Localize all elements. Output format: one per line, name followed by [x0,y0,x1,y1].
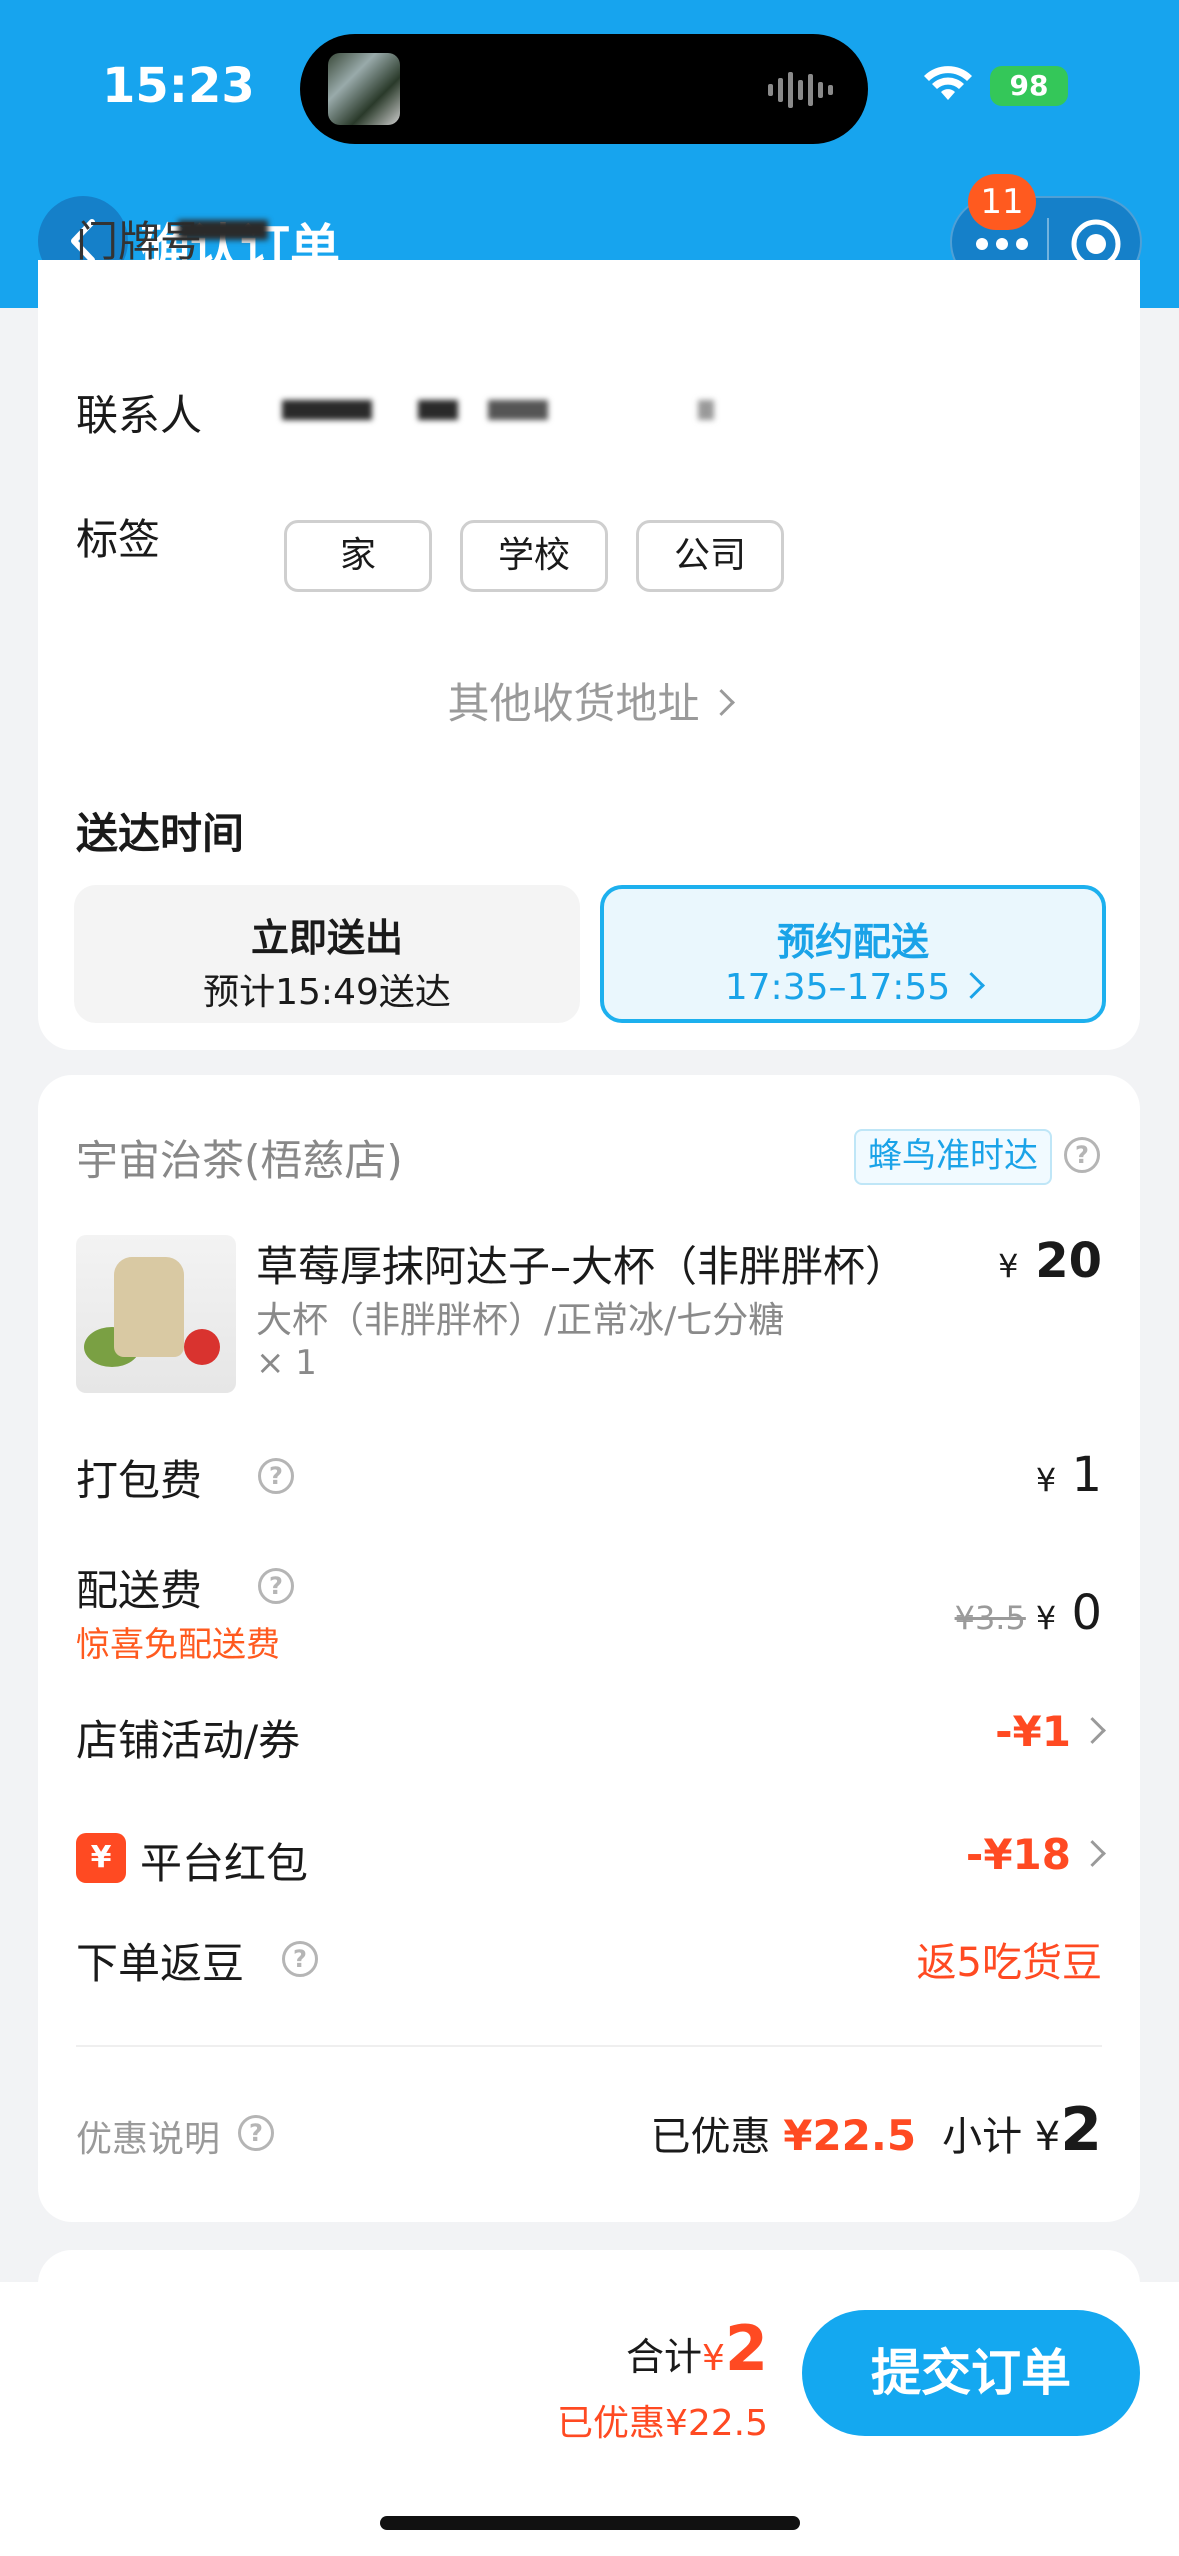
deliver-now-eta: 预计15:49送达 [203,972,451,1013]
cup-shape [114,1257,184,1357]
delivery-fee-value: ¥3.5 ¥ 0 [955,1585,1102,1641]
tag-label: 标签 [76,515,161,564]
yen-sign: ¥ [1034,2114,1061,2160]
contact-label: 联系人 [76,391,203,440]
delivery-fee-number: 0 [1071,1585,1102,1641]
battery-level: 98 [1009,69,1049,102]
packing-fee-label: 打包费 [76,1456,203,1505]
redacted-contact-name [282,400,372,420]
strawberry-shape [184,1329,220,1365]
reserve-time-text: 17:35–17:55 [724,967,951,1008]
redacted-contact-extra [698,400,714,420]
battery-indicator: 98 [990,66,1068,106]
order-card: 宇宙治茶(梧慈店) 蜂鸟准时达 ? 草莓厚抹阿达子–大杯（非胖胖杯） 大杯（非胖… [38,1075,1140,2222]
product-name: 草莓厚抹阿达子–大杯（非胖胖杯） [256,1242,908,1291]
redacted-contact-part [418,400,458,420]
platform-redpacket-label: 平台红包 [140,1839,309,1888]
free-delivery-note: 惊喜免配送费 [76,1625,280,1665]
address-card: 门牌号 标签 联系人 家 学校 公司 其他收货地址 送达时间 立即送出 预计15… [38,217,1140,1050]
divider [76,2045,1102,2047]
redacted-contact-phone [488,400,548,420]
chevron-right-icon [1079,1717,1106,1744]
reserve-time: 17:35–17:55 [604,967,1102,1008]
deliver-now-option[interactable]: 立即送出 预计15:49送达 [74,885,580,1023]
other-address-link[interactable]: 其他收货地址 [38,670,1140,731]
promo-explain-label[interactable]: 优惠说明 [76,2110,220,2162]
tag-home[interactable]: 家 [284,520,432,592]
reserve-delivery-option[interactable]: 预约配送 17:35–17:55 [600,885,1106,1023]
discounted-label: 已优惠 [650,2114,771,2160]
home-indicator[interactable] [380,2516,800,2530]
beans-value: 返5吃货豆 [916,1940,1102,1986]
submit-order-button[interactable]: 提交订单 [802,2310,1140,2436]
delivery-fee-help-icon[interactable]: ? [258,1568,294,1604]
chevron-right-icon [707,689,735,716]
reserve-title: 预约配送 [776,920,929,964]
total: 合计¥2 [626,2312,768,2385]
bottom-bar: 合计¥2 已优惠¥22.5 提交订单 [0,2282,1179,2556]
shop-promo-label: 店铺活动/券 [76,1716,301,1765]
yen-sign: ¥ [1035,1599,1057,1637]
product-image [76,1235,236,1393]
packing-fee-value: ¥ 1 [1036,1447,1102,1503]
tag-company[interactable]: 公司 [636,520,784,592]
total-value: 2 [724,2312,768,2385]
product-qty: × 1 [256,1343,317,1383]
subtotal-label: 小计 [942,2114,1023,2160]
total-saved: 已优惠¥22.5 [556,2403,768,2444]
chevron-right-icon [1079,1840,1106,1867]
more-icon[interactable] [972,226,1032,262]
product-price-value: 20 [1035,1233,1102,1289]
beans-label: 下单返豆 [76,1939,245,1988]
shop-promo-value[interactable]: -¥1 [995,1707,1106,1756]
order-summary: 已优惠 ¥22.5 小计 ¥2 [651,2095,1103,2165]
shop-promo-amount: -¥1 [995,1707,1071,1756]
delivery-fee-original: ¥3.5 [954,1599,1026,1637]
other-address-label: 其他收货地址 [447,679,700,728]
yen-sign: ¥ [701,2338,725,2379]
yen-sign: ¥ [1035,1461,1057,1499]
delivery-fee-label: 配送费 [76,1566,203,1615]
platform-redpacket-value[interactable]: -¥18 [965,1830,1106,1879]
redacted-door-number [178,220,268,240]
chevron-right-icon [958,971,986,999]
audio-wave-icon [768,72,833,108]
delivery-time-title: 送达时间 [76,809,245,858]
notification-badge: 11 [968,174,1036,230]
yen-sign: ¥ [998,1247,1019,1285]
product-spec: 大杯（非胖胖杯）/正常冰/七分糖 [256,1300,785,1341]
wifi-icon [924,66,972,100]
dynamic-island [300,34,868,144]
promo-help-icon[interactable]: ? [238,2115,274,2151]
deliver-now-title: 立即送出 [250,916,403,960]
discounted-value: ¥22.5 [783,2111,917,2160]
beans-help-icon[interactable]: ? [282,1941,318,1977]
subtotal-value: 2 [1060,2095,1102,2165]
tag-school[interactable]: 学校 [460,520,608,592]
now-playing-thumbnail [328,53,400,125]
help-icon[interactable]: ? [1064,1137,1100,1173]
product-price: ¥ 20 [998,1233,1102,1289]
total-label: 合计 [625,2335,702,2379]
status-time: 15:23 [102,58,255,114]
red-packet-icon: ¥ [76,1833,126,1883]
shop-name[interactable]: 宇宙治茶(梧慈店) [76,1127,403,1188]
platform-redpacket-amount: -¥18 [965,1830,1071,1879]
fengniao-badge: 蜂鸟准时达 [854,1129,1052,1185]
packing-fee-number: 1 [1071,1447,1102,1503]
packing-fee-help-icon[interactable]: ? [258,1458,294,1494]
